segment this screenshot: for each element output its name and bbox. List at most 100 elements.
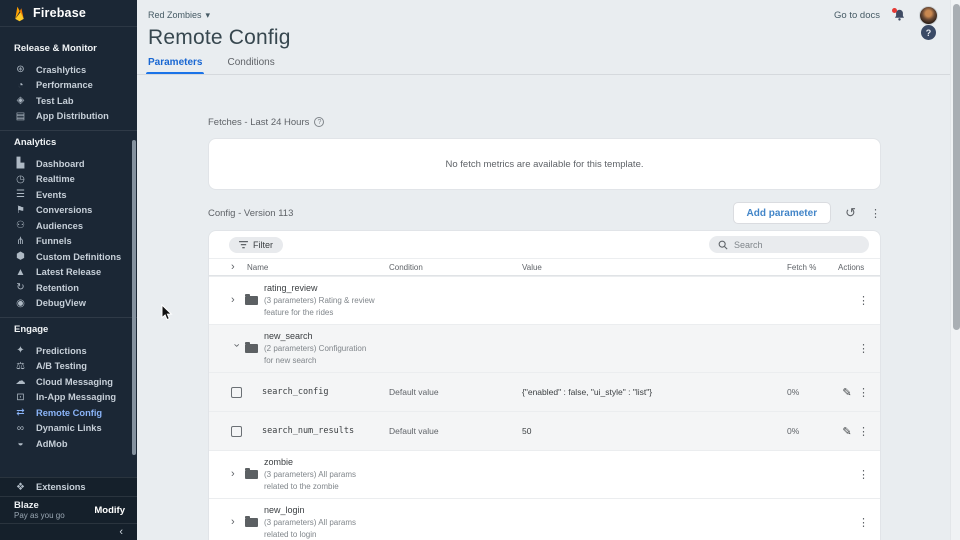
edit-icon[interactable]: ✎ (836, 386, 858, 399)
expand-row-icon[interactable]: › (231, 295, 241, 306)
sidebar-item-dynamic-links[interactable]: ∞Dynamic Links (0, 421, 137, 437)
edit-icon[interactable]: ✎ (836, 425, 858, 438)
version-history-icon[interactable]: ↺ (845, 205, 856, 221)
row-menu-icon[interactable]: ⋮ (858, 294, 869, 307)
sidebar-item-in-app-messaging[interactable]: ⊡In-App Messaging (0, 390, 137, 406)
sidebar-item-funnels[interactable]: ⋔Funnels (0, 234, 137, 250)
test-lab-icon: ◈ (14, 95, 27, 106)
expand-row-icon[interactable]: › (231, 517, 241, 528)
notification-dot (892, 8, 897, 13)
row-checkbox[interactable] (231, 426, 242, 437)
row-menu-icon[interactable]: ⋮ (858, 425, 869, 438)
fetches-label: Fetches - Last 24 Hours (208, 117, 309, 128)
fetches-header: Fetches - Last 24 Hours ? (208, 116, 950, 128)
dashboard-icon: ▙ (14, 158, 27, 169)
sidebar-item-extensions[interactable]: ❖Extensions (0, 478, 137, 496)
group-name: rating_review (264, 283, 376, 293)
search-input[interactable] (734, 240, 854, 250)
column-value: Value (522, 263, 787, 272)
go-to-docs-link[interactable]: Go to docs (834, 10, 880, 21)
sidebar-item-performance[interactable]: ◔Performance (0, 78, 137, 94)
extensions-icon: ❖ (14, 482, 27, 493)
performance-icon: ◔ (14, 80, 27, 91)
sidebar-item-realtime[interactable]: ◷Realtime (0, 172, 137, 188)
retention-icon: ↻ (14, 282, 27, 293)
crashlytics-icon: ⊛ (14, 64, 27, 75)
section-engage: Engage (14, 324, 137, 336)
config-header: Config - Version 113 Add parameter ↺ ⋮ (208, 202, 881, 224)
sidebar-item-remote-config[interactable]: ⇄Remote Config (0, 405, 137, 421)
main-scrollbar[interactable] (950, 0, 960, 540)
main-area: Red Zombies ▾ Go to docs Remote Config ?… (137, 0, 950, 540)
table-row: › zombie (3 parameters) All params relat… (209, 450, 880, 498)
fetches-help-icon[interactable]: ? (314, 117, 324, 127)
row-menu-icon[interactable]: ⋮ (858, 468, 869, 481)
table-row: › new_search (2 parameters) Configuratio… (209, 324, 880, 372)
sidebar-item-cloud-messaging[interactable]: ☁Cloud Messaging (0, 374, 137, 390)
column-fetch: Fetch % (787, 263, 832, 272)
sidebar-scrollbar[interactable] (132, 140, 136, 455)
row-menu-icon[interactable]: ⋮ (858, 342, 869, 355)
avatar[interactable] (919, 6, 938, 25)
sidebar-item-dashboard[interactable]: ▙Dashboard (0, 156, 137, 172)
section-release-monitor: Release & Monitor (14, 43, 137, 55)
condition-value: Default value (389, 387, 522, 397)
add-parameter-button[interactable]: Add parameter (733, 202, 832, 224)
column-actions: Actions (832, 263, 880, 272)
collapse-icon: ‹ (119, 526, 123, 538)
sidebar-item-retention[interactable]: ↻Retention (0, 280, 137, 296)
tab-parameters[interactable]: Parameters (148, 57, 202, 74)
row-checkbox[interactable] (231, 387, 242, 398)
expand-all-icon[interactable]: › (231, 262, 241, 273)
plan-name: Blaze (14, 500, 65, 511)
empty-message: No fetch metrics are available for this … (445, 159, 643, 170)
sidebar-divider (0, 317, 137, 318)
main-scrollbar-thumb[interactable] (953, 4, 960, 330)
folder-icon (245, 296, 258, 305)
column-condition: Condition (389, 263, 522, 272)
row-menu-icon[interactable]: ⋮ (858, 386, 869, 399)
search-field[interactable] (709, 236, 869, 253)
fetch-percent: 0% (787, 387, 832, 397)
sidebar-item-test-lab[interactable]: ◈Test Lab (0, 93, 137, 109)
group-description: (3 parameters) Rating & review feature f… (264, 295, 376, 317)
sidebar-item-audiences[interactable]: ⚇Audiences (0, 218, 137, 234)
folder-icon (245, 470, 258, 479)
firebase-logo[interactable]: Firebase (0, 0, 137, 27)
table-row: search_num_results Default value 50 0% ✎… (209, 411, 880, 450)
sidebar-item-crashlytics[interactable]: ⊛Crashlytics (0, 62, 137, 78)
condition-value: Default value (389, 426, 522, 436)
firebase-logo-text: Firebase (33, 6, 86, 20)
config-menu-icon[interactable]: ⋮ (870, 207, 881, 220)
project-selector[interactable]: Red Zombies ▾ (148, 10, 210, 21)
audiences-icon: ⚇ (14, 220, 27, 231)
sidebar-item-latest-release[interactable]: ▲Latest Release (0, 265, 137, 281)
sidebar-item-custom-definitions[interactable]: ⬢Custom Definitions (0, 249, 137, 265)
sidebar-item-app-distribution[interactable]: ▤App Distribution (0, 109, 137, 125)
sidebar-collapse-button[interactable]: ‹ (0, 524, 137, 540)
sidebar-footer: ❖Extensions Blaze Pay as you go Modify ‹ (0, 477, 137, 540)
mouse-cursor (161, 304, 173, 326)
expand-row-icon[interactable]: › (231, 469, 241, 480)
filter-button[interactable]: Filter (229, 237, 283, 253)
sidebar-item-debugview[interactable]: ◉DebugView (0, 296, 137, 312)
folder-icon (245, 344, 258, 353)
modify-plan-button[interactable]: Modify (94, 505, 125, 516)
parameter-value: {"enabled" : false, "ui_style" : "list"} (522, 387, 787, 397)
table-row: › new_login (3 parameters) All params re… (209, 498, 880, 540)
sidebar-item-ab-testing[interactable]: ⚖A/B Testing (0, 359, 137, 375)
notifications-bell-icon[interactable] (893, 8, 906, 22)
table-header: › Name Condition Value Fetch % Actions (209, 259, 880, 276)
dynamic-links-icon: ∞ (14, 423, 27, 434)
row-menu-icon[interactable]: ⋮ (858, 516, 869, 529)
sidebar-item-events[interactable]: ☰Events (0, 187, 137, 203)
app-distribution-icon: ▤ (14, 111, 27, 122)
help-button[interactable]: ? (921, 25, 936, 40)
sidebar-item-admob[interactable]: ◒AdMob (0, 436, 137, 452)
tab-conditions[interactable]: Conditions (227, 57, 274, 74)
collapse-row-icon[interactable]: › (231, 344, 242, 354)
in-app-messaging-icon: ⊡ (14, 392, 27, 403)
sidebar-item-conversions[interactable]: ⚑Conversions (0, 203, 137, 219)
plan-row: Blaze Pay as you go Modify (0, 497, 137, 523)
sidebar-item-predictions[interactable]: ✦Predictions (0, 343, 137, 359)
